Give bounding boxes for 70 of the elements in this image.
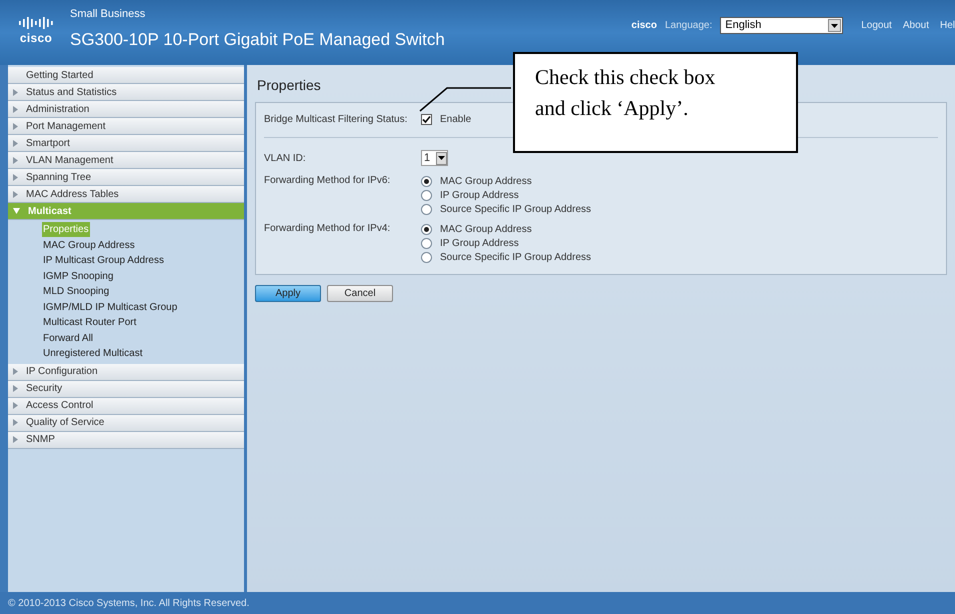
radio-button[interactable] (421, 224, 432, 234)
radio-label: Source Specific IP Group Address (440, 250, 592, 264)
nav-item[interactable]: Status and Statistics (8, 84, 244, 101)
checkbox[interactable] (421, 114, 432, 124)
header-link[interactable]: About (902, 18, 929, 33)
caret-right-icon (13, 436, 18, 443)
nav-subitem[interactable]: Forward All (42, 330, 94, 346)
nav-item[interactable]: VLAN Management (8, 152, 244, 169)
radio-label: Source Specific IP Group Address (440, 202, 592, 216)
radio-label: MAC Group Address (440, 222, 532, 236)
dropdown-arrow-icon (831, 24, 838, 28)
logo-bars-icon (18, 16, 54, 30)
nav-subitem[interactable]: IP Multicast Group Address (42, 253, 165, 268)
callout-text: Check this check box and click ‘Apply’. (535, 64, 716, 122)
caret-right-icon (13, 106, 18, 112)
nav-item[interactable]: Port Management (8, 118, 244, 135)
caret-right-icon (13, 385, 18, 392)
device-title: SG300-10P 10-Port Gigabit PoE Managed Switch (70, 28, 445, 50)
caret-right-icon (13, 190, 18, 198)
caret-right-icon (13, 402, 18, 409)
nav-item[interactable]: SNMP (8, 432, 244, 448)
nav-subitem[interactable]: MAC Group Address (42, 238, 136, 253)
radio-button[interactable] (421, 176, 432, 186)
subtitle: Small Business (70, 7, 146, 22)
caret-right-icon (13, 368, 18, 375)
field-label: Forwarding Method for IPv4: (264, 222, 392, 236)
caret-right-icon (13, 122, 18, 130)
nav-subitem[interactable]: IGMP/MLD IP Multicast Group (42, 300, 178, 315)
caret-down-icon (13, 208, 20, 214)
nav-item[interactable]: Administration (8, 101, 244, 118)
radio-button[interactable] (421, 252, 432, 262)
nav-item[interactable]: Quality of Service (8, 414, 244, 432)
page-title: Properties (256, 76, 321, 95)
username: cisco (631, 19, 657, 33)
nav-item[interactable]: IP Configuration (8, 364, 244, 380)
radio-label: MAC Group Address (440, 174, 532, 188)
radio-button[interactable] (421, 204, 432, 214)
nav-subitem[interactable]: IGMP Snooping (42, 268, 114, 284)
vlan-select[interactable]: 1 (421, 150, 448, 166)
cancel-button[interactable]: Cancel (327, 285, 393, 302)
nav-item[interactable]: Smartport (8, 135, 244, 152)
checkbox-label: Enable (440, 112, 472, 126)
caret-right-icon (13, 174, 18, 180)
header-link[interactable]: Hel (940, 18, 955, 33)
radio-button[interactable] (421, 238, 432, 248)
nav-item[interactable]: Spanning Tree (8, 169, 244, 186)
radio-label: IP Group Address (440, 236, 519, 250)
language-select[interactable]: English (720, 17, 844, 34)
caret-right-icon (13, 156, 18, 164)
nav-subitem[interactable]: MLD Snooping (42, 284, 110, 300)
radio-button[interactable] (421, 190, 432, 200)
language-label: Language: (664, 19, 712, 33)
nav-subitem[interactable]: Multicast Router Port (42, 315, 138, 330)
field-label: Bridge Multicast Filtering Status: (264, 112, 408, 126)
brand-logo-text: cisco (20, 32, 52, 44)
dropdown-arrow-icon (438, 156, 445, 160)
nav-item[interactable]: Security (8, 380, 244, 398)
nav-item[interactable]: Getting Started (8, 67, 244, 84)
header-link[interactable]: Logout (861, 18, 892, 33)
caret-right-icon (13, 88, 18, 96)
radio-label: IP Group Address (440, 188, 519, 202)
nav-item[interactable]: MAC Address Tables (8, 186, 244, 203)
apply-button[interactable]: Apply (255, 285, 321, 302)
copyright-text: © 2010-2013 Cisco Systems, Inc. All Rights Reserved. (8, 596, 250, 610)
field-label: Forwarding Method for IPv6: (264, 174, 392, 188)
nav-subitem[interactable]: Unregistered Multicast (42, 346, 144, 362)
field-label: VLAN ID: (264, 152, 307, 166)
nav-item[interactable]: Access Control (8, 398, 244, 414)
caret-right-icon (13, 140, 18, 146)
caret-right-icon (13, 419, 18, 426)
